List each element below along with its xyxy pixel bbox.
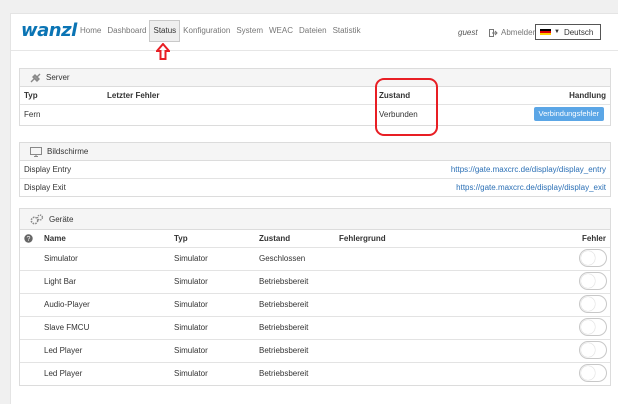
device-zustand: Geschlossen — [259, 254, 306, 263]
screens-panel: Bildschirme Display Entry https://gate.m… — [19, 142, 611, 197]
annotation-arrow-icon — [156, 43, 170, 60]
wanzl-logo[interactable]: wanzl — [21, 20, 77, 41]
screen-url-link[interactable]: https://gate.maxcrc.de/display/display_e… — [451, 161, 606, 178]
connection-error-button[interactable]: Verbindungsfehler — [533, 107, 604, 121]
device-row: Led Player Simulator Betriebsbereit — [20, 340, 610, 363]
error-toggle[interactable] — [579, 272, 607, 290]
nav-statistik[interactable]: Statistik — [330, 24, 364, 42]
server-header-row: Typ Letzter Fehler Zustand Handlung — [20, 87, 610, 105]
nav-dashboard[interactable]: Dashboard — [104, 24, 149, 42]
language-select[interactable]: ▼ Deutsch — [535, 24, 601, 40]
devices-title: Geräte — [49, 214, 74, 224]
device-typ: Simulator — [174, 300, 208, 309]
device-row: Audio-Player Simulator Betriebsbereit — [20, 294, 610, 317]
device-typ: Simulator — [174, 323, 208, 332]
devices-panel-header: Geräte — [20, 209, 610, 230]
nav-status[interactable]: Status — [149, 20, 181, 42]
plug-icon — [30, 73, 41, 83]
error-toggle[interactable] — [579, 295, 607, 313]
device-row: Simulator Simulator Geschlossen — [20, 248, 610, 271]
logout-label: Abmelden — [501, 28, 538, 37]
device-name: Led Player — [44, 346, 83, 355]
device-row: Led Player Simulator Betriebsbereit — [20, 363, 610, 385]
device-zustand: Betriebsbereit — [259, 369, 309, 378]
nav-konfiguration[interactable]: Konfiguration — [180, 24, 233, 42]
error-toggle[interactable] — [579, 318, 607, 336]
server-typ: Fern — [24, 110, 41, 119]
nav-weac[interactable]: WEAC — [266, 24, 296, 42]
device-zustand: Betriebsbereit — [259, 300, 309, 309]
server-panel-header: Server — [20, 69, 610, 87]
server-panel: Server Typ Letzter Fehler Zustand Handlu… — [19, 68, 611, 126]
col-fehlergrund: Fehlergrund — [339, 234, 386, 243]
username: guest — [458, 28, 478, 37]
device-typ: Simulator — [174, 254, 208, 263]
device-typ: Simulator — [174, 277, 208, 286]
server-title: Server — [46, 73, 70, 82]
logout-icon — [489, 28, 498, 37]
device-typ: Simulator — [174, 369, 208, 378]
device-typ: Simulator — [174, 346, 208, 355]
col-zustand: Zustand — [259, 234, 291, 243]
error-toggle[interactable] — [579, 341, 607, 359]
error-toggle[interactable] — [579, 364, 607, 382]
nav-dateien[interactable]: Dateien — [296, 24, 330, 42]
german-flag-icon — [540, 28, 551, 36]
device-name: Light Bar — [44, 277, 77, 286]
device-row: Slave FMCU Simulator Betriebsbereit — [20, 317, 610, 340]
nav-home[interactable]: Home — [77, 24, 104, 42]
col-fehler: Fehler — [581, 234, 606, 243]
caret-down-icon: ▼ — [554, 29, 560, 35]
server-row: Fern Verbunden Verbindungsfehler — [20, 105, 610, 125]
svg-text:?: ? — [27, 236, 31, 243]
error-toggle[interactable] — [579, 249, 607, 267]
device-zustand: Betriebsbereit — [259, 277, 309, 286]
device-name: Slave FMCU — [44, 323, 90, 332]
help-icon[interactable]: ? — [24, 230, 33, 247]
page: wanzl Home Dashboard Status Konfiguratio… — [10, 13, 618, 404]
device-name: Led Player — [44, 369, 83, 378]
cogs-icon — [30, 213, 44, 225]
device-row: Light Bar Simulator Betriebsbereit — [20, 271, 610, 294]
screens-panel-header: Bildschirme — [20, 143, 610, 161]
screen-row: Display Entry https://gate.maxcrc.de/dis… — [20, 161, 610, 179]
logout-link[interactable]: Abmelden — [489, 28, 537, 37]
screen-name: Display Entry — [24, 165, 72, 174]
device-zustand: Betriebsbereit — [259, 346, 309, 355]
screen-url-link[interactable]: https://gate.maxcrc.de/display/display_e… — [456, 179, 606, 196]
col-typ: Typ — [174, 234, 188, 243]
col-handlung: Handlung — [569, 91, 606, 100]
screen-name: Display Exit — [24, 183, 66, 192]
col-typ: Typ — [24, 91, 38, 100]
screen-row: Display Exit https://gate.maxcrc.de/disp… — [20, 179, 610, 196]
screens-title: Bildschirme — [47, 147, 89, 156]
device-zustand: Betriebsbereit — [259, 323, 309, 332]
device-name: Audio-Player — [44, 300, 90, 309]
devices-header-row: ? Name Typ Zustand Fehlergrund Fehler — [20, 230, 610, 248]
main-nav: Home Dashboard Status Konfiguration Syst… — [77, 20, 364, 42]
annotation-highlight-box — [375, 78, 438, 136]
language-label: Deutsch — [563, 27, 594, 37]
col-name: Name — [44, 234, 66, 243]
top-navigation: wanzl Home Dashboard Status Konfiguratio… — [11, 14, 618, 60]
device-name: Simulator — [44, 254, 78, 263]
nav-system[interactable]: System — [233, 24, 266, 42]
col-letzter-fehler: Letzter Fehler — [107, 91, 160, 100]
monitor-icon — [30, 146, 42, 157]
devices-panel: Geräte ? Name Typ Zustand Fehlergrund Fe… — [19, 208, 611, 386]
